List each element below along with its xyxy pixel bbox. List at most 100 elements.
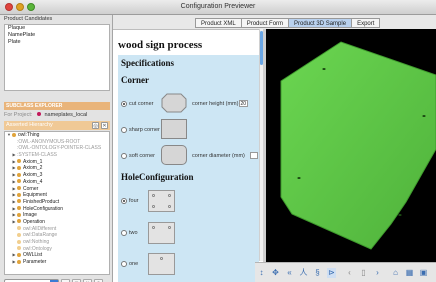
tree-item[interactable]: ▶ Image [5, 212, 109, 219]
tree-item[interactable]: owl:DataRange [5, 232, 109, 239]
tree-item[interactable]: ▶ Axiom_4 [5, 179, 109, 186]
tree-item[interactable]: ▶ HoleConfiguration [5, 206, 109, 213]
class-icon [17, 259, 21, 264]
next-icon[interactable]: › [373, 268, 382, 278]
hole-two-radio[interactable] [121, 230, 127, 236]
product-candidate-item[interactable]: NamePlate [5, 32, 109, 39]
tree-item[interactable]: :OWL-ANONYMOUS-ROOT [5, 139, 109, 146]
hole-mark [297, 177, 301, 179]
class-icon [17, 239, 21, 244]
tree-item[interactable]: ▶ Parameter [5, 259, 109, 266]
rotate-left-icon[interactable]: « [285, 268, 294, 278]
hole-mark [152, 205, 155, 208]
hole-two-shape [148, 222, 175, 244]
tree-item-label: HoleConfiguration [23, 205, 64, 212]
tree-item[interactable]: ▶ Operation [5, 219, 109, 226]
class-tree[interactable]: ▼ owl:Thing:OWL-ANONYMOUS-ROOT:OWL-ONTOLO… [4, 131, 110, 275]
tree-item[interactable]: ▶ Axiom_3 [5, 172, 109, 179]
view-icon[interactable]: ▣ [419, 268, 428, 278]
delete-class-icon[interactable]: ✕ [101, 122, 108, 129]
tree-item[interactable]: ▶ OWLList [5, 252, 109, 259]
hole-mark [168, 205, 171, 208]
class-icon [17, 179, 21, 184]
previous-icon[interactable]: ‹ [345, 268, 354, 278]
class-icon [17, 159, 21, 164]
tree-item[interactable]: ▶:SYSTEM-CLASS [5, 152, 109, 159]
corner-diameter-field[interactable] [250, 152, 258, 159]
tree-item[interactable]: ▶ Equipment [5, 192, 109, 199]
hole-four-radio[interactable] [121, 198, 127, 204]
class-icon [17, 246, 21, 251]
tree-item-label: Equipment [23, 192, 47, 199]
walk-icon[interactable]: 人 [299, 268, 308, 278]
hole-one-radio[interactable] [121, 261, 127, 267]
tree-item-label: Axiom_3 [23, 172, 43, 179]
home-icon[interactable]: ⌂ [391, 268, 400, 278]
asserted-hierarchy-label: Asserted Hierarchy [6, 122, 53, 128]
hole-mark [322, 68, 326, 70]
specifications-box: Specifications Corner cut corner corner … [118, 55, 259, 282]
tree-item-label: owl:Nothing [23, 239, 50, 245]
tree-item-label: owl:Ontology [23, 245, 52, 252]
class-icon [17, 165, 21, 170]
tab-product-xml[interactable]: Product XML [195, 18, 242, 28]
tree-item[interactable]: ▼ owl:Thing [5, 132, 109, 139]
add-class-icon[interactable]: ◎ [92, 122, 99, 129]
tree-item-label: :OWL-ONTOLOGY-POINTER-CLASS [17, 145, 102, 152]
hole-configuration-heading: HoleConfiguration [121, 172, 194, 182]
tree-item-label: Axiom_4 [23, 178, 43, 185]
3d-plate-render [280, 41, 436, 250]
hole-one-label: one [129, 261, 139, 267]
class-icon [17, 199, 21, 204]
class-icon [17, 206, 21, 211]
cut-corner-radio[interactable] [121, 101, 127, 107]
tree-item-label: OWLList [23, 252, 43, 259]
tree-item-label: Axiom_2 [23, 165, 43, 172]
corner-diameter-label: corner diameter (mm) [192, 153, 245, 159]
page-indicator-icon: ▯ [361, 268, 366, 277]
3d-viewport[interactable] [266, 29, 436, 262]
tree-item[interactable]: ▶ Axiom_1 [5, 159, 109, 166]
corner-height-field[interactable]: 20 [239, 100, 248, 107]
tree-item-label: FinishedProduct [23, 198, 60, 205]
class-icon [17, 186, 21, 190]
tree-item[interactable]: ▶ FinishedProduct [5, 199, 109, 206]
tree-item[interactable]: owl:Ontology [5, 246, 109, 253]
tab-product-3d-sample[interactable]: Product 3D Sample [288, 18, 353, 28]
tree-item[interactable]: owl:Nothing [5, 239, 109, 246]
tree-item[interactable]: ▶ Corner [5, 186, 109, 193]
class-icon [17, 172, 21, 177]
hole-one-shape [148, 253, 175, 275]
tree-item[interactable]: :OWL-ONTOLOGY-POINTER-CLASS [5, 145, 109, 152]
soft-corner-label: soft corner [129, 153, 155, 159]
product-form-panel: wood sign process Specifications Corner … [113, 29, 263, 282]
specifications-heading: Specifications [121, 58, 174, 68]
tab-product-form[interactable]: Product Form [240, 18, 290, 28]
grid-icon[interactable]: ▦ [405, 268, 414, 278]
hole-mark [168, 194, 171, 197]
cut-corner-shape [161, 93, 187, 113]
nameplate-3d-model [280, 41, 436, 250]
tree-item[interactable]: owl:AllDifferent [5, 226, 109, 233]
product-candidate-item[interactable]: Plate [5, 39, 109, 46]
asserted-hierarchy-bar: Asserted Hierarchy ◎ ✕ [4, 121, 110, 130]
project-row: For Project: nameplates_local [4, 112, 110, 119]
class-icon [17, 219, 21, 224]
hole-mark [152, 226, 155, 229]
product-candidate-item[interactable]: Plaque [5, 25, 109, 32]
pan-icon[interactable]: ↕ [257, 268, 266, 278]
tab-export[interactable]: Export [351, 18, 381, 28]
chevron-right-icon[interactable]: ▶ [11, 252, 17, 259]
soft-corner-radio[interactable] [121, 153, 127, 159]
sharp-corner-radio[interactable] [121, 127, 127, 133]
product-candidates-list[interactable]: Plaque NamePlate Plate [4, 24, 110, 91]
window-title: Configuration Previewer [180, 3, 256, 10]
corner-height-label: corner height (mm) [192, 101, 239, 107]
tree-item[interactable]: ▶ Axiom_2 [5, 165, 109, 172]
fly-icon[interactable]: § [313, 268, 322, 278]
zoom-icon[interactable]: ⊳ [327, 268, 336, 278]
hole-two-label: two [129, 230, 138, 236]
hole-four-label: four [129, 198, 139, 204]
title-bar: Configuration Previewer [0, 0, 436, 15]
move-icon[interactable]: ✥ [271, 268, 280, 278]
